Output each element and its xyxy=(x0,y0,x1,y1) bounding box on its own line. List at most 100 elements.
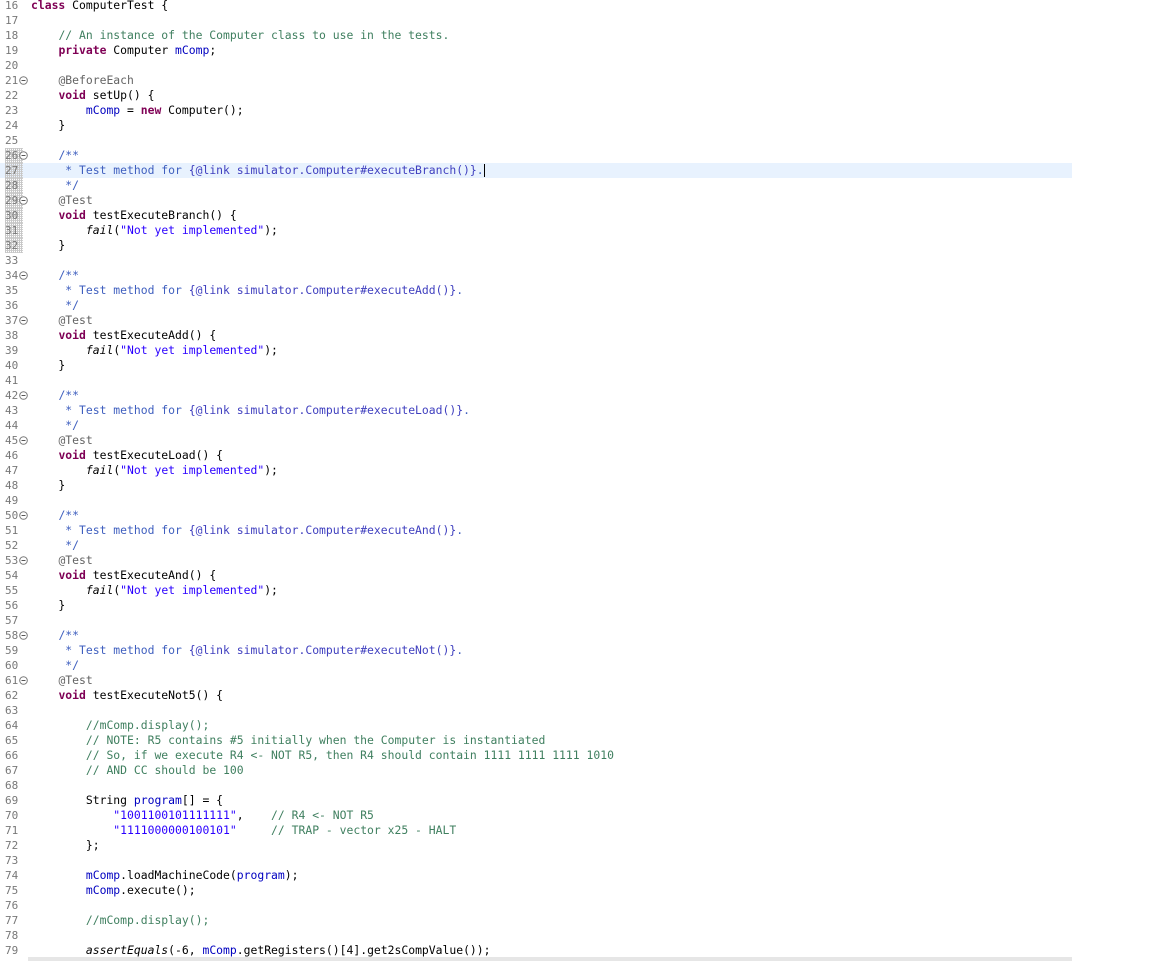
line-number[interactable]: 27 xyxy=(5,163,23,178)
code-line[interactable]: 33 xyxy=(0,253,1072,268)
code-line[interactable]: 76 xyxy=(0,898,1072,913)
code-line[interactable]: 54 void testExecuteAnd() { xyxy=(0,568,1072,583)
code-line[interactable]: 19 private Computer mComp; xyxy=(0,43,1072,58)
code-line[interactable]: 64 //mComp.display(); xyxy=(0,718,1072,733)
code-line[interactable]: 63 xyxy=(0,703,1072,718)
code-editor[interactable]: 16 class ComputerTest {17 18 // An instanc… xyxy=(0,0,1152,961)
code-line[interactable]: 26 /** xyxy=(0,148,1072,163)
code-line[interactable]: 31 fail("Not yet implemented"); xyxy=(0,223,1072,238)
code-line[interactable]: 25 xyxy=(0,133,1072,148)
line-number[interactable]: 16 xyxy=(5,0,23,13)
code-line[interactable]: 46 void testExecuteLoad() { xyxy=(0,448,1072,463)
code-line[interactable]: 45 @Test xyxy=(0,433,1072,448)
code-line[interactable]: 75 mComp.execute(); xyxy=(0,883,1072,898)
line-number[interactable]: 74 xyxy=(5,868,23,883)
code-line[interactable]: 40 } xyxy=(0,358,1072,373)
line-number[interactable]: 54 xyxy=(5,568,23,583)
fold-collapse-icon[interactable] xyxy=(19,631,28,640)
line-number[interactable]: 20 xyxy=(5,58,23,73)
line-number[interactable]: 69 xyxy=(5,793,23,808)
code-line[interactable]: 53 @Test xyxy=(0,553,1072,568)
line-number[interactable]: 63 xyxy=(5,703,23,718)
code-line[interactable]: 74 mComp.loadMachineCode(program); xyxy=(0,868,1072,883)
code-line[interactable]: 50 /** xyxy=(0,508,1072,523)
line-number[interactable]: 55 xyxy=(5,583,23,598)
line-number[interactable]: 79 xyxy=(5,943,23,958)
code-line[interactable]: 66 // So, if we execute R4 <- NOT R5, th… xyxy=(0,748,1072,763)
line-number[interactable]: 76 xyxy=(5,898,23,913)
code-line[interactable]: 59 * Test method for {@link simulator.Co… xyxy=(0,643,1072,658)
line-number[interactable]: 73 xyxy=(5,853,23,868)
code-line[interactable]: 47 fail("Not yet implemented"); xyxy=(0,463,1072,478)
line-number[interactable]: 64 xyxy=(5,718,23,733)
line-number[interactable]: 49 xyxy=(5,493,23,508)
fold-collapse-icon[interactable] xyxy=(19,436,28,445)
code-line[interactable]: 52 */ xyxy=(0,538,1072,553)
code-line[interactable]: 22 void setUp() { xyxy=(0,88,1072,103)
code-line[interactable]: 24 } xyxy=(0,118,1072,133)
line-number[interactable]: 78 xyxy=(5,928,23,943)
line-number[interactable]: 30 xyxy=(5,208,23,223)
code-line[interactable]: 20 xyxy=(0,58,1072,73)
code-line[interactable]: 60 */ xyxy=(0,658,1072,673)
code-line[interactable]: 51 * Test method for {@link simulator.Co… xyxy=(0,523,1072,538)
line-number[interactable]: 47 xyxy=(5,463,23,478)
line-number[interactable]: 18 xyxy=(5,28,23,43)
line-number[interactable]: 52 xyxy=(5,538,23,553)
code-line[interactable]: 70 "1001100101111111", // R4 <- NOT R5 xyxy=(0,808,1072,823)
line-number[interactable]: 24 xyxy=(5,118,23,133)
code-line[interactable]: 62 void testExecuteNot5() { xyxy=(0,688,1072,703)
code-line[interactable]: 44 */ xyxy=(0,418,1072,433)
line-number[interactable]: 71 xyxy=(5,823,23,838)
code-line[interactable]: 32 } xyxy=(0,238,1072,253)
line-number[interactable]: 23 xyxy=(5,103,23,118)
line-number[interactable]: 19 xyxy=(5,43,23,58)
fold-collapse-icon[interactable] xyxy=(19,676,28,685)
code-line[interactable]: 77 //mComp.display(); xyxy=(0,913,1072,928)
code-line[interactable]: 56 } xyxy=(0,598,1072,613)
line-number[interactable]: 31 xyxy=(5,223,23,238)
line-number[interactable]: 72 xyxy=(5,838,23,853)
code-line[interactable]: 42 /** xyxy=(0,388,1072,403)
fold-collapse-icon[interactable] xyxy=(19,76,28,85)
line-number[interactable]: 17 xyxy=(5,13,23,28)
code-line[interactable]: 27 * Test method for {@link simulator.Co… xyxy=(0,163,1072,178)
code-line[interactable]: 28 */ xyxy=(0,178,1072,193)
line-number[interactable]: 44 xyxy=(5,418,23,433)
code-line[interactable]: 61 @Test xyxy=(0,673,1072,688)
line-number[interactable]: 56 xyxy=(5,598,23,613)
line-number[interactable]: 40 xyxy=(5,358,23,373)
code-line[interactable]: 48 } xyxy=(0,478,1072,493)
fold-collapse-icon[interactable] xyxy=(19,556,28,565)
line-number[interactable]: 70 xyxy=(5,808,23,823)
line-number[interactable]: 75 xyxy=(5,883,23,898)
line-number[interactable]: 36 xyxy=(5,298,23,313)
line-number[interactable]: 41 xyxy=(5,373,23,388)
line-number[interactable]: 25 xyxy=(5,133,23,148)
code-line[interactable]: 49 xyxy=(0,493,1072,508)
code-line[interactable]: 21 @BeforeEach xyxy=(0,73,1072,88)
code-line[interactable]: 39 fail("Not yet implemented"); xyxy=(0,343,1072,358)
code-line[interactable]: 16 class ComputerTest { xyxy=(0,0,1072,13)
line-number[interactable]: 65 xyxy=(5,733,23,748)
code-line[interactable]: 30 void testExecuteBranch() { xyxy=(0,208,1072,223)
code-line[interactable]: 79 assertEquals(-6, mComp.getRegisters()… xyxy=(0,943,1072,958)
line-number[interactable]: 67 xyxy=(5,763,23,778)
fold-collapse-icon[interactable] xyxy=(19,391,28,400)
code-line[interactable]: 65 // NOTE: R5 contains #5 initially whe… xyxy=(0,733,1072,748)
line-number[interactable]: 51 xyxy=(5,523,23,538)
line-number[interactable]: 35 xyxy=(5,283,23,298)
code-line[interactable]: 43 * Test method for {@link simulator.Co… xyxy=(0,403,1072,418)
code-line[interactable]: 36 */ xyxy=(0,298,1072,313)
code-line[interactable]: 17 xyxy=(0,13,1072,28)
fold-collapse-icon[interactable] xyxy=(19,316,28,325)
code-line[interactable]: 18 // An instance of the Computer class … xyxy=(0,28,1072,43)
horizontal-scrollbar[interactable] xyxy=(28,957,1072,961)
code-line[interactable]: 58 /** xyxy=(0,628,1072,643)
line-number[interactable]: 59 xyxy=(5,643,23,658)
line-number[interactable]: 46 xyxy=(5,448,23,463)
code-line[interactable]: 72 }; xyxy=(0,838,1072,853)
code-line[interactable]: 23 mComp = new Computer(); xyxy=(0,103,1072,118)
line-number[interactable]: 60 xyxy=(5,658,23,673)
code-line[interactable]: 73 xyxy=(0,853,1072,868)
